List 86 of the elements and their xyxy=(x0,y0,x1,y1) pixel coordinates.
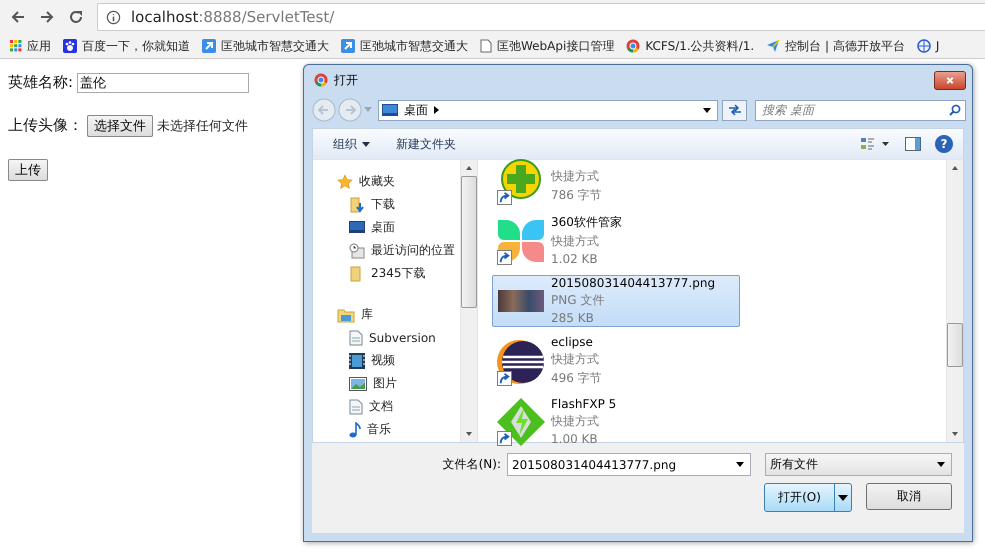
desktop-icon xyxy=(349,220,365,234)
file-type-dropdown[interactable]: 所有文件 xyxy=(765,453,952,476)
document-icon xyxy=(349,330,363,346)
paw-icon xyxy=(63,39,77,53)
arrow-icon xyxy=(202,39,216,53)
name-field[interactable]: 盖伦 xyxy=(77,72,250,92)
refresh-button[interactable] xyxy=(722,100,747,120)
scroll-thumb[interactable] xyxy=(947,323,963,367)
chrome-icon xyxy=(314,73,328,87)
bookmark[interactable]: 匡弛WebApi接口管理 xyxy=(480,38,614,54)
bookmark[interactable]: KCFS/1.公共资料/1. xyxy=(626,38,754,54)
help-icon[interactable]: ? xyxy=(935,135,953,153)
nav-item[interactable]: 下载 xyxy=(313,193,460,216)
search-field[interactable]: 搜索 桌面 xyxy=(755,100,966,120)
recent-places-icon xyxy=(349,242,365,258)
chevron-icon xyxy=(434,106,439,114)
scrollbar[interactable] xyxy=(946,160,963,442)
file-item[interactable]: eclipse 快捷方式 496 字节 xyxy=(492,334,740,389)
close-button[interactable] xyxy=(934,70,966,90)
organize-menu[interactable]: 组织 xyxy=(327,136,376,152)
close-icon xyxy=(945,76,955,84)
dialog-title: 打开 xyxy=(334,72,358,88)
forward-icon[interactable] xyxy=(39,9,55,25)
search-icon xyxy=(949,104,961,116)
star-icon xyxy=(337,174,353,190)
dropdown-icon xyxy=(736,462,744,467)
arrow-icon xyxy=(341,39,355,53)
cancel-button[interactable]: 取消 xyxy=(866,483,952,510)
avatar-label: 上传头像： xyxy=(8,116,83,135)
chrome-icon xyxy=(626,39,640,53)
globe-icon xyxy=(916,39,931,53)
file-item[interactable]: 360软件管家 快捷方式 1.02 KB xyxy=(492,213,740,268)
nav-item[interactable]: 收藏夹 xyxy=(313,170,460,193)
nav-item[interactable]: 库 xyxy=(313,303,460,326)
paper-plane-icon xyxy=(766,39,780,53)
filename-field[interactable]: 201508031404413777.png xyxy=(507,453,751,476)
eclipse-icon xyxy=(497,338,545,386)
name-label: 英雄名称: xyxy=(8,73,74,92)
desktop-icon xyxy=(382,104,398,116)
nav-item[interactable]: 视频 xyxy=(313,349,460,372)
dropdown-icon xyxy=(838,494,848,500)
preview-pane-icon[interactable] xyxy=(905,137,921,151)
nav-item[interactable]: 桌面 xyxy=(313,216,460,239)
dropdown-icon xyxy=(937,462,945,467)
music-note-icon xyxy=(349,422,361,438)
bookmark[interactable]: 匡弛城市智慧交通大 xyxy=(341,38,468,54)
nav-item[interactable]: 最近访问的位置 xyxy=(313,239,460,262)
back-icon[interactable] xyxy=(10,9,26,25)
nav-item[interactable]: 2345下载 xyxy=(313,262,460,285)
file-item[interactable]: 快捷方式 786 字节 xyxy=(492,156,740,206)
info-icon[interactable] xyxy=(106,10,121,24)
url-text: localhost:8888/ServletTest/ xyxy=(131,8,334,26)
caret-icon xyxy=(362,142,370,146)
picture-icon xyxy=(349,376,367,390)
apps-grid-icon xyxy=(10,40,22,52)
no-file-text: 未选择任何文件 xyxy=(157,118,248,134)
document-icon xyxy=(349,398,363,414)
new-folder-button[interactable]: 新建文件夹 xyxy=(390,136,462,152)
bookmark[interactable]: 控制台 | 高德开放平台 xyxy=(766,38,905,54)
nav-item[interactable]: 图片 xyxy=(313,372,460,395)
download-folder-icon xyxy=(349,196,365,212)
filename-label: 文件名(N): xyxy=(442,456,501,473)
upload-button[interactable]: 上传 xyxy=(8,158,48,180)
location-bar[interactable]: 桌面 xyxy=(378,100,718,120)
nav-item[interactable]: Subversion xyxy=(313,326,460,349)
scrollbar[interactable] xyxy=(460,160,477,442)
reload-icon[interactable] xyxy=(68,9,84,25)
scroll-thumb[interactable] xyxy=(461,176,477,308)
refresh-icon xyxy=(728,104,742,116)
bookmark[interactable]: 应用 xyxy=(10,38,51,54)
nav-item[interactable]: 音乐 xyxy=(313,418,460,441)
petals-icon xyxy=(498,218,544,264)
file-item[interactable]: 201508031404413777.png PNG 文件 285 KB xyxy=(492,275,740,327)
bookmark[interactable]: 匡弛城市智慧交通大 xyxy=(202,38,329,54)
address-bar[interactable]: localhost:8888/ServletTest/ xyxy=(97,3,985,31)
dropdown-icon[interactable] xyxy=(703,108,711,112)
library-folder-icon xyxy=(337,306,355,322)
bookmark[interactable]: 百度一下，你就知道 xyxy=(63,38,190,54)
view-options-icon[interactable] xyxy=(861,137,891,151)
page-icon xyxy=(480,39,492,53)
file-item[interactable]: FlashFXP 5 快捷方式 1.00 KB xyxy=(492,396,740,448)
bookmark[interactable]: J xyxy=(916,39,940,53)
nav-item[interactable]: 文档 xyxy=(313,395,460,418)
film-icon xyxy=(349,352,365,368)
choose-file-button[interactable]: 选择文件 xyxy=(87,114,153,136)
photo-placeholder xyxy=(498,290,544,312)
